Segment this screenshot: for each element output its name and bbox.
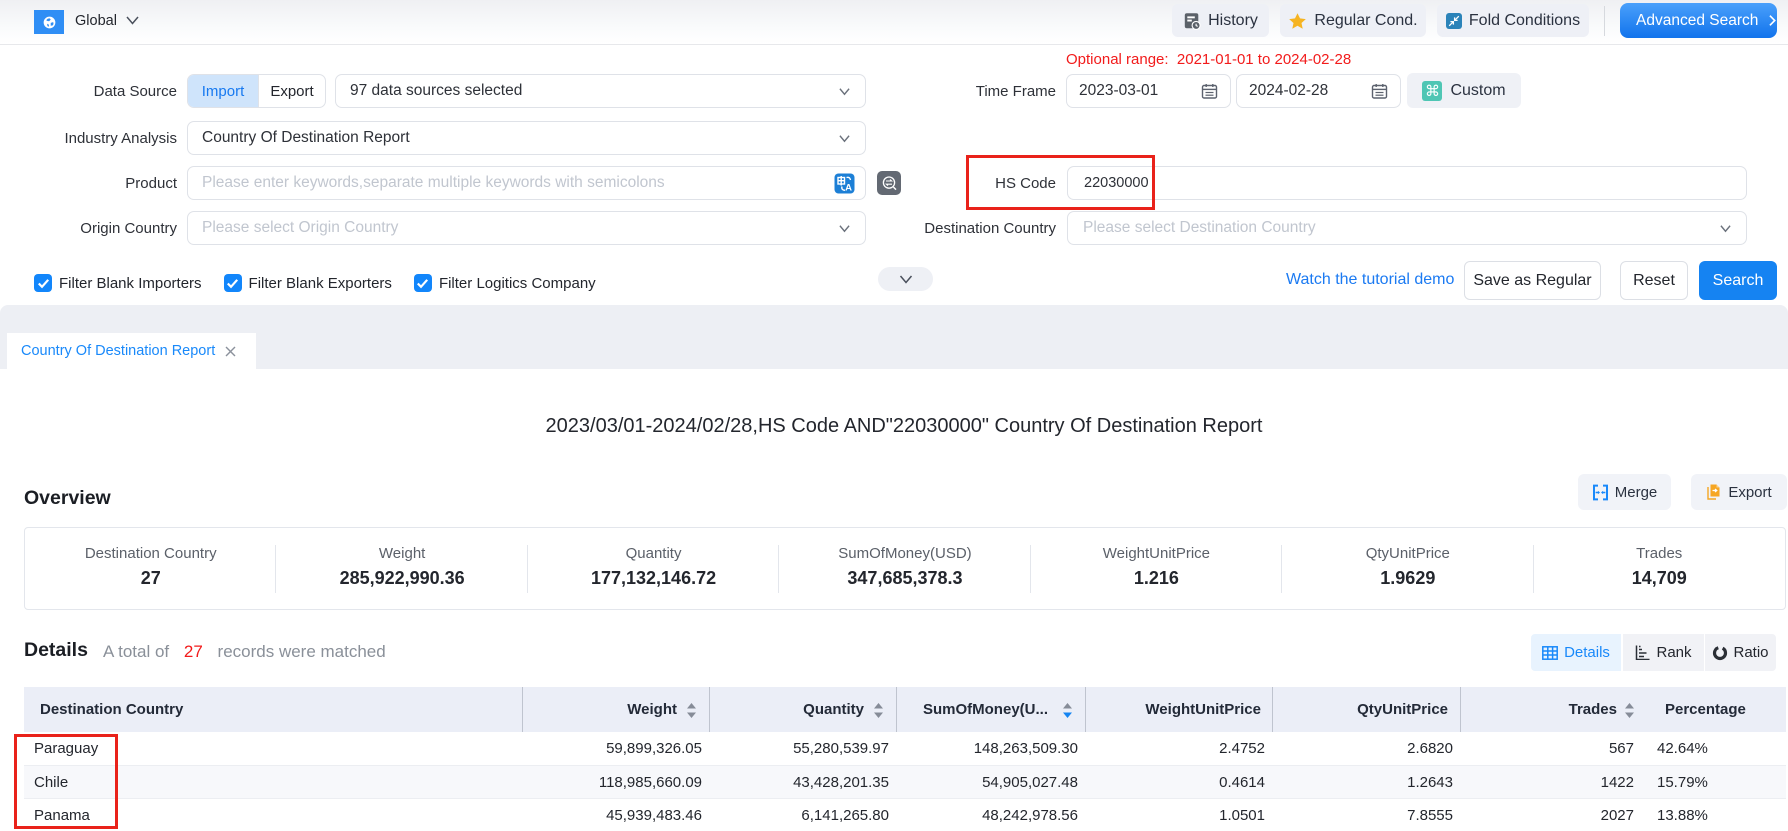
- svg-text:A: A: [845, 183, 852, 194]
